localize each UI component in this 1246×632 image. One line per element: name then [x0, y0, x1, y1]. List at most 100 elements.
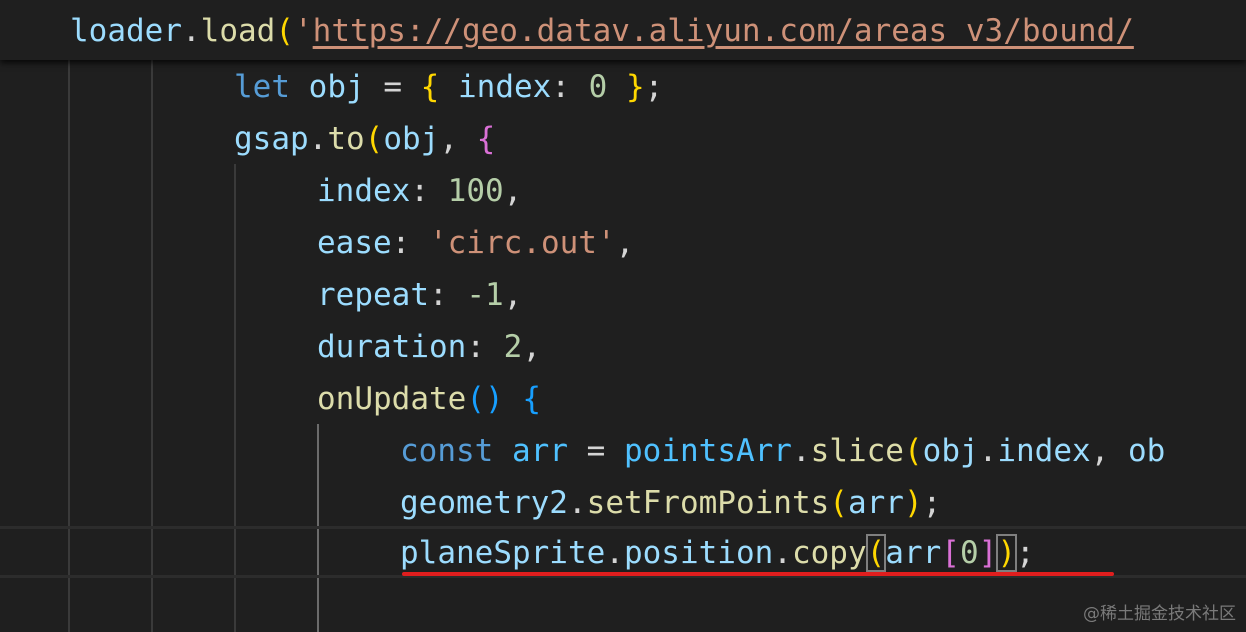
- token-colon: :: [551, 69, 589, 105]
- token-paren: (: [903, 433, 923, 469]
- token-operator: =: [568, 433, 624, 469]
- token-parens: (): [466, 381, 504, 417]
- token-quote: ': [293, 13, 313, 49]
- token-number: 2: [503, 329, 523, 365]
- token-colon: :: [466, 329, 504, 365]
- token-variable: obj: [308, 69, 365, 105]
- token-brace: {: [420, 69, 440, 105]
- token-dot: .: [181, 13, 201, 49]
- code-line[interactable]: index: 100,: [0, 164, 1246, 216]
- token-comma: ,: [503, 173, 523, 209]
- token-property: index: [317, 173, 411, 209]
- token-property: position: [623, 535, 774, 571]
- code-line-content: ease: 'circ.out',: [317, 220, 634, 266]
- sticky-line-content: loader.load('https://geo.datav.aliyun.co…: [70, 8, 1134, 54]
- token-brace: }: [607, 69, 645, 105]
- code-area[interactable]: let obj = { index: 0 }; gsap.to(obj, { i…: [0, 60, 1246, 632]
- code-line-content: const arr = pointsArr.slice(obj.index, o…: [400, 428, 1165, 474]
- code-line-current[interactable]: planeSprite.position.copy(arr[0]);: [0, 526, 1246, 578]
- token-comma: ,: [1090, 433, 1128, 469]
- red-annotation-underline: [402, 572, 1114, 576]
- code-line-content: geometry2.setFromPoints(arr);: [400, 480, 941, 526]
- token-object: pointsArr: [624, 433, 792, 469]
- code-line-content: let obj = { index: 0 };: [234, 64, 663, 110]
- code-line[interactable]: gsap.to(obj, {: [0, 112, 1246, 164]
- code-line[interactable]: onUpdate() {: [0, 372, 1246, 424]
- token-object: planeSprite: [400, 535, 606, 571]
- token-comma: ,: [522, 329, 541, 365]
- token-dot: .: [791, 433, 811, 469]
- token-function: setFromPoints: [586, 485, 830, 521]
- token-number: 100: [447, 173, 504, 209]
- token-comma: ,: [503, 277, 523, 313]
- code-line[interactable]: duration: 2,: [0, 320, 1246, 372]
- token-dot: .: [308, 121, 328, 157]
- token-semicolon: ;: [1015, 535, 1035, 571]
- token-object: geometry2: [400, 485, 568, 521]
- code-line[interactable]: const arr = pointsArr.slice(obj.index, o…: [0, 424, 1246, 476]
- token-open-paren: (: [275, 13, 294, 49]
- token-colon: :: [391, 225, 429, 261]
- token-keyword: const: [400, 433, 494, 469]
- token-argument: arr: [847, 485, 904, 521]
- token-number: 0: [588, 69, 608, 105]
- token-semicolon: ;: [922, 485, 942, 521]
- token-paren-matched: (: [865, 534, 887, 572]
- url-link[interactable]: https://geo.datav.aliyun.com/areas_v3/bo…: [313, 13, 1134, 49]
- code-line[interactable]: repeat: -1,: [0, 268, 1246, 320]
- code-editor[interactable]: loader.load('https://geo.datav.aliyun.co…: [0, 0, 1246, 632]
- token-function: to: [327, 121, 365, 157]
- code-line[interactable]: let obj = { index: 0 };: [0, 60, 1246, 112]
- code-line-content: repeat: -1,: [317, 272, 522, 318]
- token-operator: =: [364, 69, 421, 105]
- token-object: gsap: [234, 121, 309, 157]
- token-function: onUpdate: [317, 381, 467, 417]
- token-paren: (: [829, 485, 848, 521]
- token-argument: obj: [922, 433, 979, 469]
- token-keyword: let: [234, 69, 290, 105]
- token-dot: .: [567, 485, 587, 521]
- code-line-content: duration: 2,: [317, 324, 541, 370]
- code-line[interactable]: geometry2.setFromPoints(arr);: [0, 476, 1246, 528]
- token-comma: ,: [439, 121, 477, 157]
- token-loader: loader: [70, 13, 182, 49]
- token-comma: ,: [615, 225, 635, 261]
- code-line[interactable]: ease: 'circ.out',: [0, 216, 1246, 268]
- token-dot: .: [605, 535, 624, 571]
- token-argument: arr: [885, 535, 942, 571]
- code-line-content: index: 100,: [317, 168, 522, 214]
- token-variable: arr: [512, 433, 568, 469]
- token-colon: :: [428, 277, 467, 313]
- token-bracket: [: [941, 535, 960, 571]
- code-line-content: onUpdate() {: [317, 376, 541, 422]
- token-load: load: [200, 13, 276, 49]
- token-bracket: ]: [978, 535, 998, 571]
- token-number: -1: [466, 277, 504, 313]
- token-paren: ): [903, 485, 923, 521]
- token-brace: {: [522, 381, 541, 417]
- token-string: 'circ.out': [428, 225, 616, 261]
- token-paren: (: [364, 121, 384, 157]
- token-property: repeat: [317, 277, 429, 313]
- token-dot: .: [773, 535, 792, 571]
- watermark: @稀土掘金技术社区: [1083, 604, 1236, 624]
- token-colon: :: [410, 173, 448, 209]
- token-argument: obj: [383, 121, 440, 157]
- token-property: duration: [317, 329, 467, 365]
- token-paren-matched: ): [996, 534, 1017, 572]
- token-brace: {: [476, 121, 496, 157]
- token-semicolon: ;: [644, 69, 664, 105]
- token-property: index: [439, 69, 552, 105]
- token-number: 0: [959, 535, 979, 571]
- token-argument-truncated: ob: [1127, 433, 1166, 469]
- token-function: copy: [791, 535, 867, 571]
- token-function: slice: [810, 433, 904, 469]
- code-line-content: planeSprite.position.copy(arr[0]);: [400, 530, 1035, 576]
- code-line-content: gsap.to(obj, {: [234, 116, 495, 162]
- sticky-scroll-header[interactable]: loader.load('https://geo.datav.aliyun.co…: [0, 0, 1246, 60]
- token-dot: .: [978, 433, 998, 469]
- token-property: ease: [317, 225, 392, 261]
